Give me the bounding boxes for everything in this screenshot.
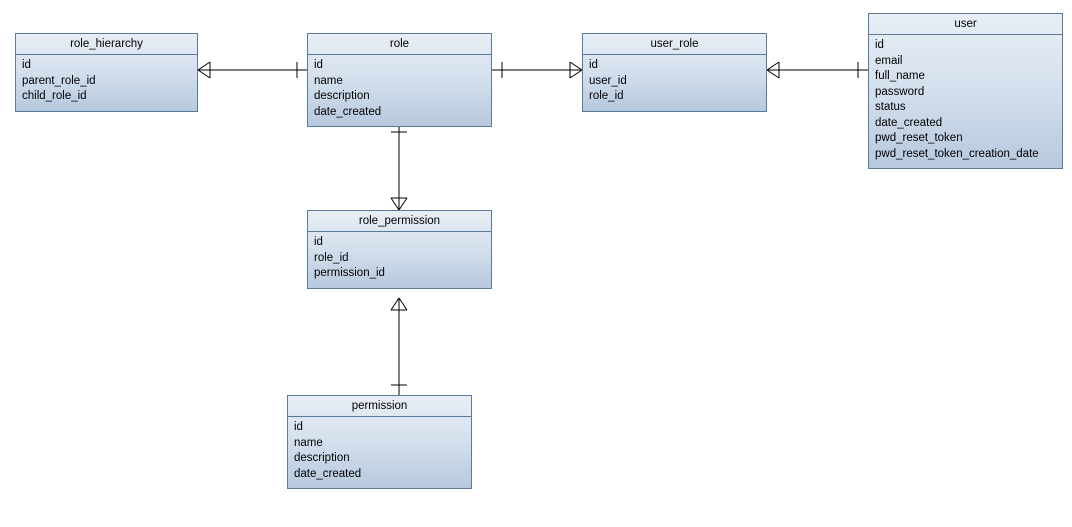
- entity-attr: pwd_reset_token_creation_date: [875, 147, 1056, 163]
- entity-attr: permission_id: [314, 266, 485, 282]
- entity-attr: pwd_reset_token: [875, 131, 1056, 147]
- entity-body: id email full_name password status date_…: [869, 35, 1062, 168]
- entity-body: id name description date_created: [308, 55, 491, 126]
- entity-attr: child_role_id: [22, 89, 191, 105]
- entity-permission: permission id name description date_crea…: [287, 395, 472, 489]
- entity-attr: status: [875, 100, 1056, 116]
- entity-attr: email: [875, 54, 1056, 70]
- entity-role-hierarchy: role_hierarchy id parent_role_id child_r…: [15, 33, 198, 112]
- entity-title: role_permission: [308, 211, 491, 232]
- entity-attr: id: [314, 58, 485, 74]
- entity-attr: description: [294, 451, 465, 467]
- entity-body: id parent_role_id child_role_id: [16, 55, 197, 111]
- entity-body: id name description date_created: [288, 417, 471, 488]
- entity-attr: id: [294, 420, 465, 436]
- entity-user-role: user_role id user_id role_id: [582, 33, 767, 112]
- entity-attr: description: [314, 89, 485, 105]
- entity-attr: id: [875, 38, 1056, 54]
- entity-title: user: [869, 14, 1062, 35]
- entity-attr: date_created: [314, 105, 485, 121]
- entity-body: id user_id role_id: [583, 55, 766, 111]
- entity-attr: date_created: [875, 116, 1056, 132]
- entity-attr: role_id: [314, 251, 485, 267]
- entity-title: permission: [288, 396, 471, 417]
- entity-attr: id: [314, 235, 485, 251]
- entity-attr: name: [294, 436, 465, 452]
- entity-attr: date_created: [294, 467, 465, 483]
- entity-attr: name: [314, 74, 485, 90]
- entity-body: id role_id permission_id: [308, 232, 491, 288]
- entity-attr: password: [875, 85, 1056, 101]
- entity-attr: role_id: [589, 89, 760, 105]
- entity-title: role_hierarchy: [16, 34, 197, 55]
- er-diagram-canvas: role_hierarchy id parent_role_id child_r…: [0, 0, 1072, 527]
- entity-attr: parent_role_id: [22, 74, 191, 90]
- entity-role: role id name description date_created: [307, 33, 492, 127]
- entity-title: user_role: [583, 34, 766, 55]
- entity-role-permission: role_permission id role_id permission_id: [307, 210, 492, 289]
- entity-attr: id: [22, 58, 191, 74]
- entity-title: role: [308, 34, 491, 55]
- entity-attr: id: [589, 58, 760, 74]
- entity-attr: user_id: [589, 74, 760, 90]
- entity-user: user id email full_name password status …: [868, 13, 1063, 169]
- entity-attr: full_name: [875, 69, 1056, 85]
